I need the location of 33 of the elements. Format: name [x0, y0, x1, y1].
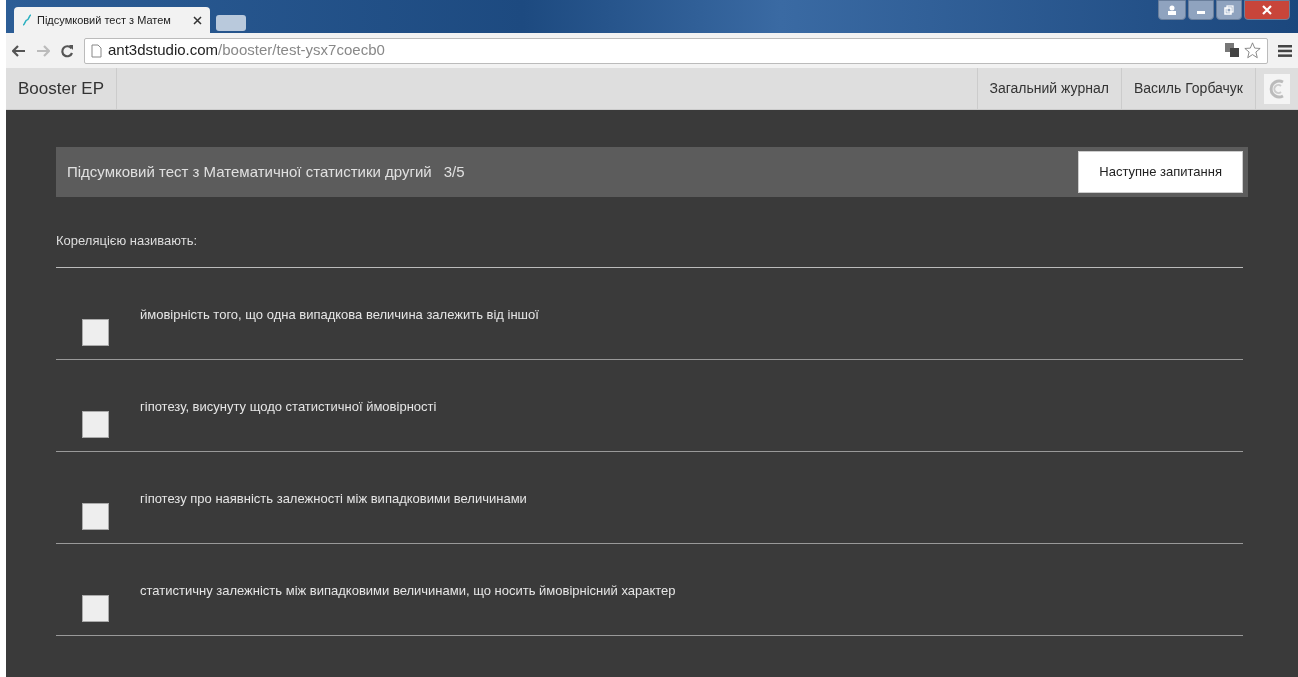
answer-checkbox[interactable]	[82, 502, 109, 530]
menu-icon[interactable]	[1278, 44, 1292, 57]
nav-link[interactable]: Василь Горбачук	[1120, 68, 1255, 109]
answer-checkbox[interactable]	[82, 410, 109, 438]
answer-text: гіпотезу про наявність залежності між випадковими величинами	[140, 489, 527, 508]
answer-checkbox[interactable]	[82, 594, 109, 622]
tab-favicon-icon	[22, 14, 32, 26]
close-window-button[interactable]	[1244, 0, 1290, 20]
user-icon	[1167, 5, 1177, 15]
logo-icon	[1264, 73, 1290, 104]
back-icon[interactable]	[12, 44, 26, 57]
brand-link[interactable]: Booster EP	[6, 68, 117, 109]
restore-icon	[1224, 5, 1234, 15]
browser-tab[interactable]: Підсумковий тест з Матем	[14, 7, 210, 33]
page-icon	[91, 43, 102, 58]
nav-link[interactable]: Загальний журнал	[976, 68, 1121, 109]
answer-text: ймовірність того, що одна випадкова величина залежить від іншої	[140, 305, 539, 324]
answer-checkbox[interactable]	[82, 318, 109, 346]
tab-title: Підсумковий тест з Матем	[37, 12, 172, 28]
question-counter: 3/5	[443, 161, 465, 182]
close-icon[interactable]	[193, 15, 202, 25]
star-icon[interactable]	[1244, 42, 1261, 59]
address-field[interactable]: ant3dstudio.com/booster/test-ysx7coecb0	[84, 37, 1268, 64]
close-icon	[1262, 5, 1272, 15]
reload-icon[interactable]	[60, 43, 74, 58]
next-question-button[interactable]: Наступне запитання	[1078, 151, 1243, 193]
minimize-button[interactable]	[1188, 0, 1214, 20]
restore-button[interactable]	[1216, 0, 1242, 20]
question-text: Кореляцією називають:	[56, 231, 1243, 268]
user-button[interactable]	[1158, 0, 1186, 20]
answer-text: гіпотезу, висунуту щодо статистичної ймовірності	[140, 397, 437, 416]
test-title: Підсумковий тест з Математичної статистики другий	[67, 161, 432, 182]
answer-text: статистичну залежність між випадковими величинами, що носить ймовірнісний характер	[140, 581, 676, 600]
